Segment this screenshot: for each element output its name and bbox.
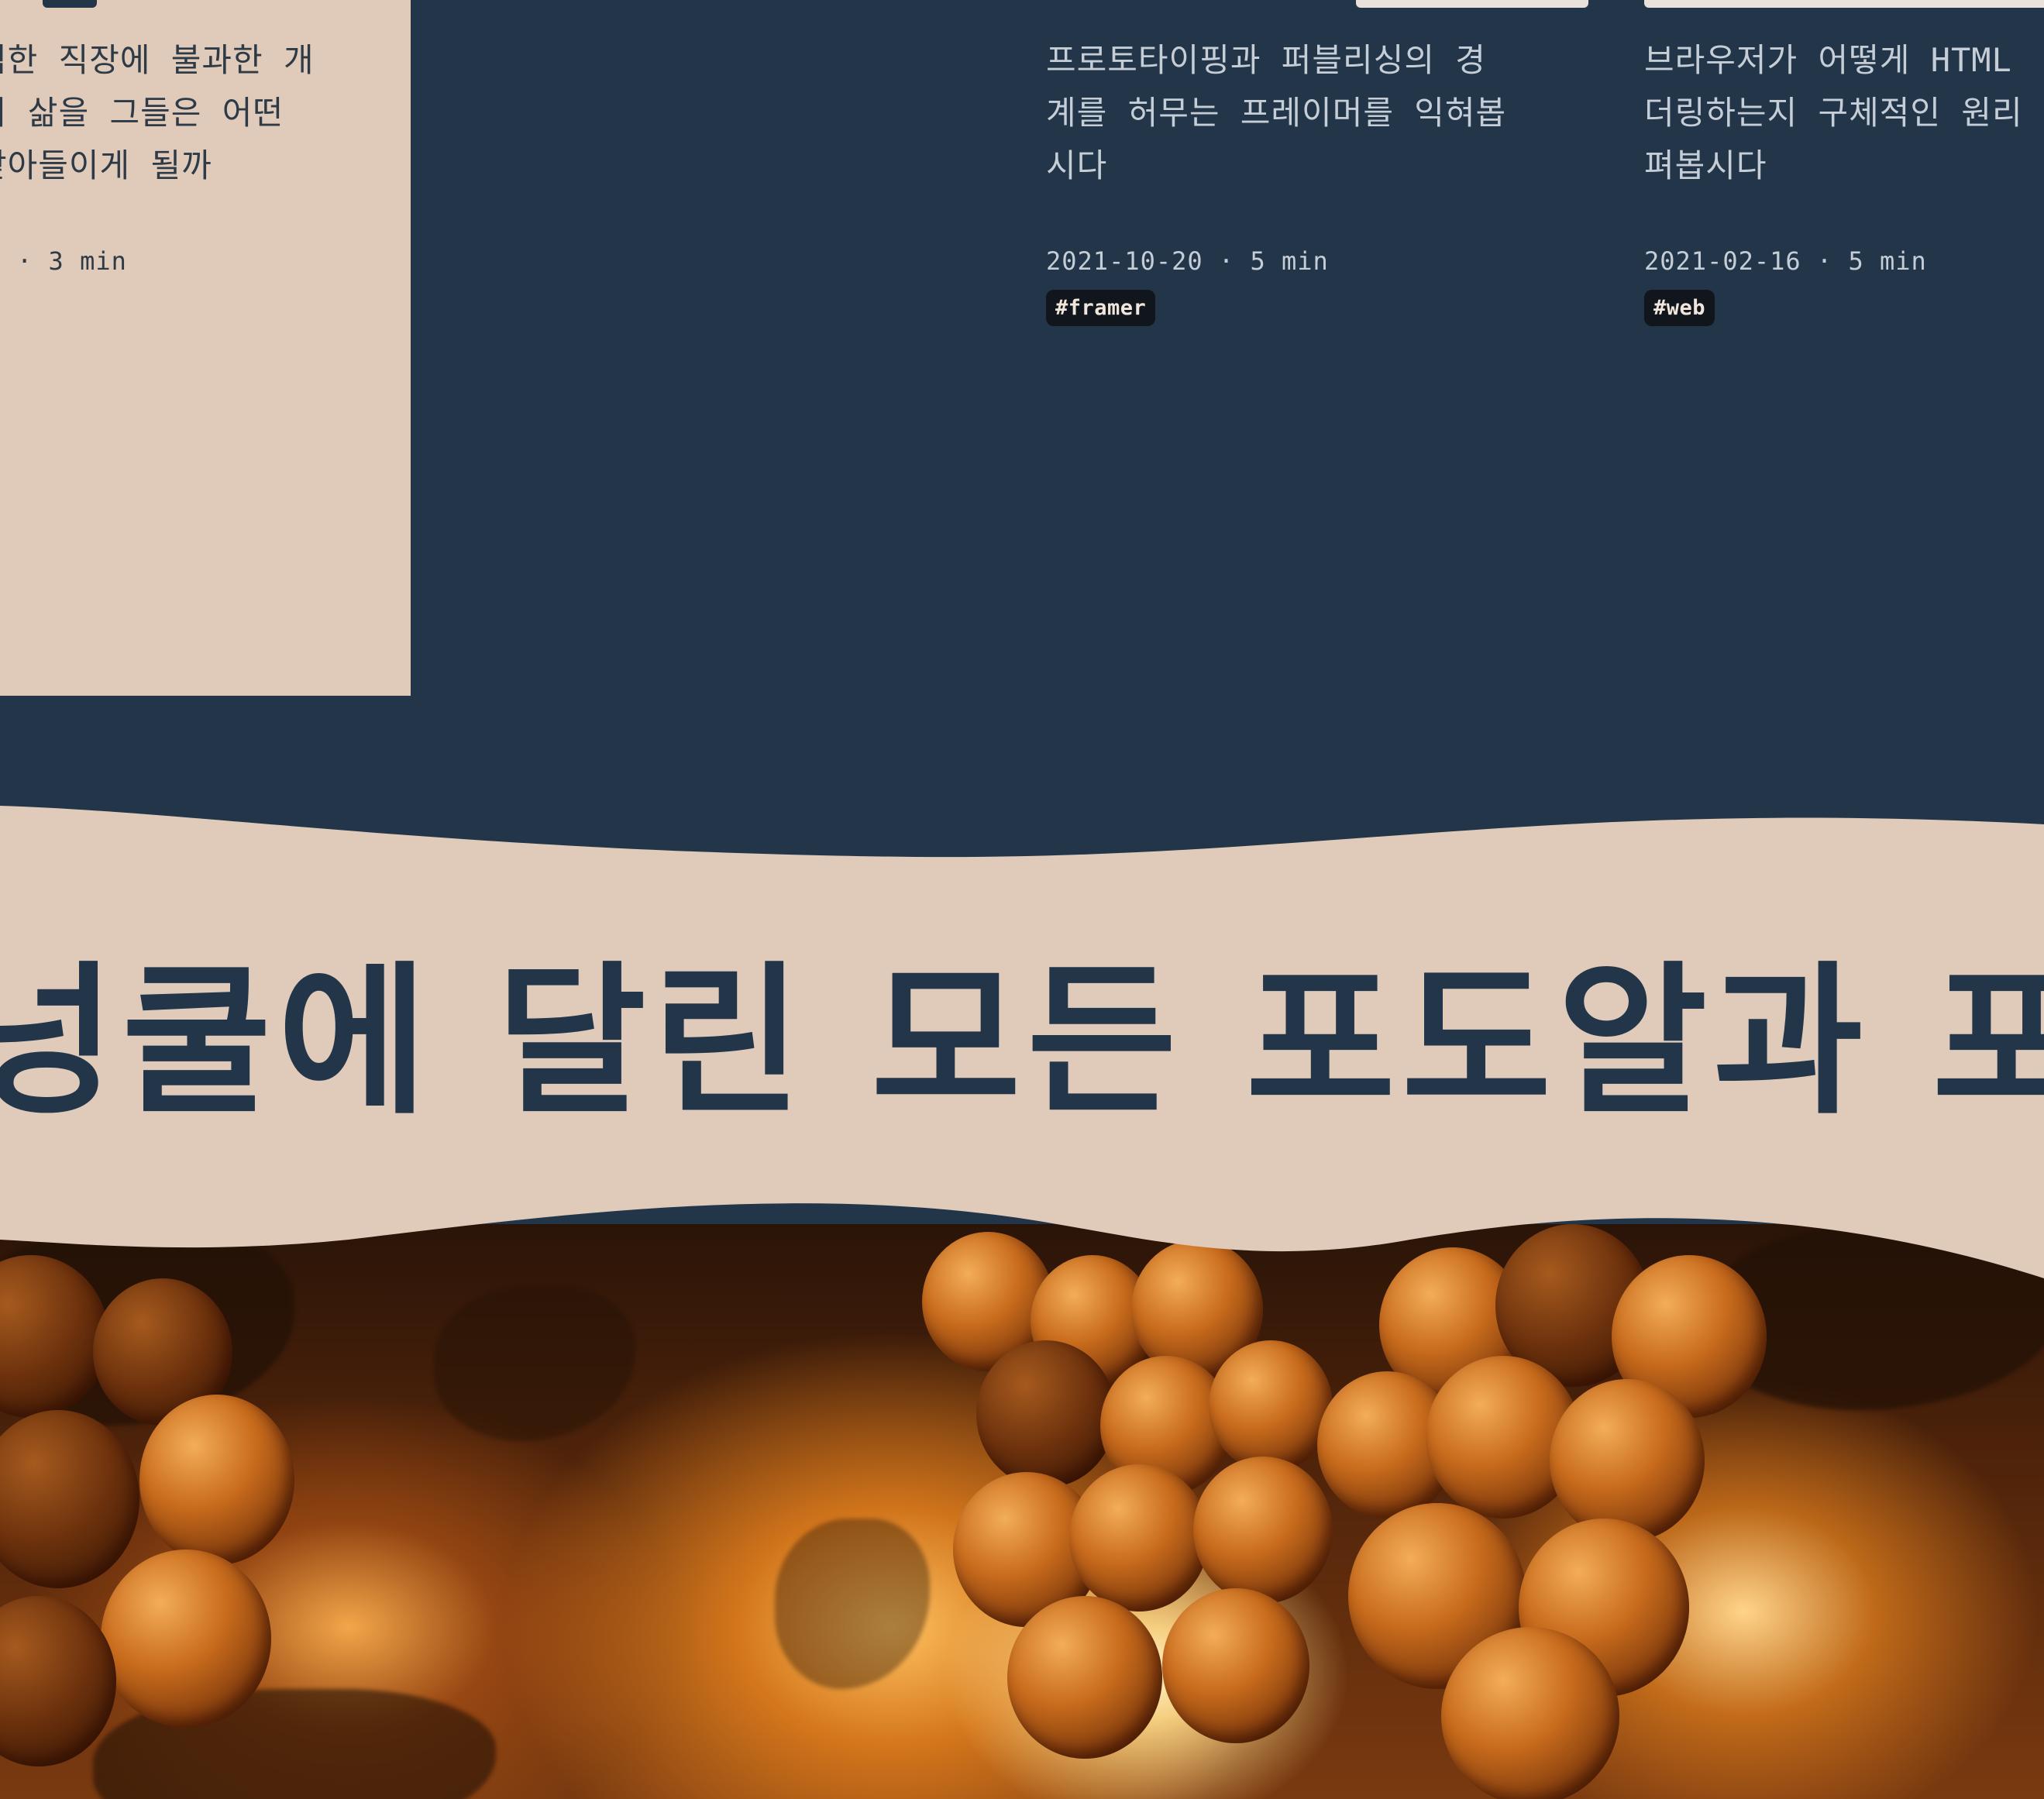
post-description: 프로토타이핑과 퍼블리싱의 경 계를 허무는 프레이머를 익혀봅 시다 (1046, 41, 1507, 184)
post-card-left[interactable]: 범한 직장에 불과한 개 의 삶을 그들은 어떤 받아들이게 될까 · 3 mi… (0, 0, 411, 696)
post-title-fragment (1644, 0, 2044, 8)
post-card-web[interactable]: 브라우저가 어떻게 HTML 더링하는지 구체적인 원리 펴봅시다 2021-0… (1644, 0, 2044, 697)
post-meta: · 3 min (17, 246, 127, 276)
post-title-fragment (1356, 0, 1588, 8)
post-title-fragment (43, 0, 97, 8)
tag-framer[interactable]: #framer (1046, 290, 1156, 326)
post-meta: 2021-10-20 · 5 min (1046, 246, 1329, 276)
post-description: 브라우저가 어떻게 HTML 더링하는지 구체적인 원리 펴봅시다 (1644, 41, 2023, 184)
post-meta: 2021-02-16 · 5 min (1644, 246, 1927, 276)
posts-section: 범한 직장에 불과한 개 의 삶을 그들은 어떤 받아들이게 될까 · 3 mi… (0, 0, 2044, 868)
page: 범한 직장에 불과한 개 의 삶을 그들은 어떤 받아들이게 될까 · 3 mi… (0, 0, 2044, 1799)
post-card-framer[interactable]: 프로토타이핑과 퍼블리싱의 경 계를 허무는 프레이머를 익혀봅 시다 2021… (1046, 0, 1604, 697)
tag-web[interactable]: #web (1644, 290, 1715, 326)
marquee-text: 넝쿨에 달린 모든 포도알과 포도 (0, 947, 2044, 1137)
post-description: 범한 직장에 불과한 개 의 삶을 그들은 어떤 받아들이게 될까 (0, 41, 315, 184)
